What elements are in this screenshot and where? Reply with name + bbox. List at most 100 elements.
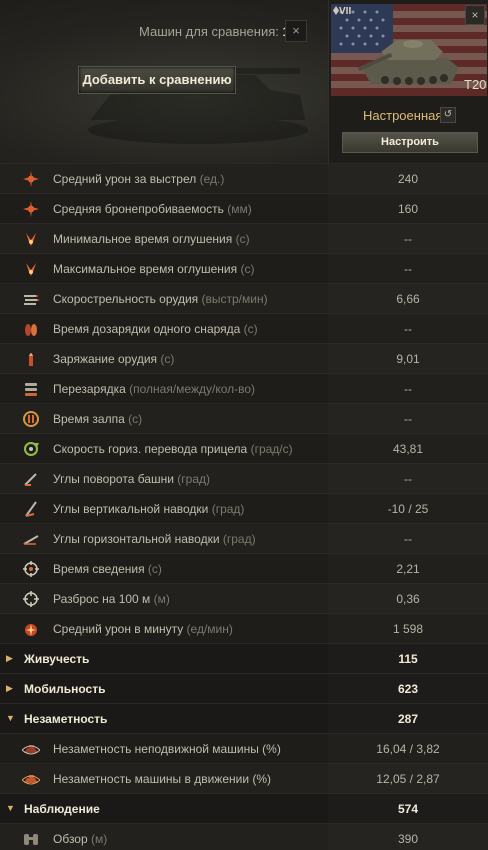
- stat-row: Минимальное время оглушения (с) --: [0, 223, 488, 253]
- stat-row: Время дозарядки одного снаряда (с) --: [0, 313, 488, 343]
- tank-card: VII × T20 Настроенная ↺ Настроить: [328, 0, 488, 163]
- row-unit: (мм): [223, 202, 252, 216]
- remove-tank-button[interactable]: ×: [465, 5, 485, 25]
- stat-row: Время залпа (с) --: [0, 403, 488, 433]
- row-label: Обзор (м): [53, 832, 107, 846]
- dpm-icon: [25, 624, 37, 636]
- row-value: 240: [397, 172, 419, 186]
- stun-icon: [26, 263, 36, 276]
- shell-reload-icon: [25, 324, 37, 336]
- stat-row: Максимальное время оглушения (с) --: [0, 253, 488, 283]
- row-label-text: Живучесть: [24, 652, 90, 666]
- row-label: Средняя бронепробиваемость (мм): [53, 202, 252, 216]
- row-label-text: Незаметность: [24, 712, 108, 726]
- collapse-arrow-icon[interactable]: ▼: [6, 803, 15, 813]
- row-label: Максимальное время оглушения (с): [53, 262, 254, 276]
- row-label-text: Мобильность: [24, 682, 106, 696]
- row-unit: (град): [219, 532, 256, 546]
- row-label-text: Наблюдение: [24, 802, 100, 816]
- traverse-icon: [24, 442, 39, 456]
- row-label-text: Перезарядка: [53, 382, 126, 396]
- row-unit: (с): [144, 562, 162, 576]
- stat-row: Углы горизонтальной наводки (град) --: [0, 523, 488, 553]
- row-label: Незаметность неподвижной машины (%): [53, 742, 281, 756]
- row-unit: (с): [124, 412, 143, 426]
- row-value: --: [404, 532, 412, 546]
- stat-row: Заряжание орудия (с) 9,01: [0, 343, 488, 373]
- row-value: 390: [397, 832, 419, 846]
- row-value: --: [404, 322, 412, 336]
- row-label: Углы вертикальной наводки (град): [53, 502, 244, 516]
- burst-icon: [23, 201, 39, 217]
- stat-row: Разброс на 100 м (м) 0,36: [0, 583, 488, 613]
- reset-config-button[interactable]: ↺: [440, 107, 456, 123]
- row-label-text: Средняя бронепробиваемость: [53, 202, 224, 216]
- row-unit: (ед.): [196, 172, 225, 186]
- row-value: 12,05 / 2,87: [376, 772, 440, 786]
- row-label: Незаметность: [24, 712, 107, 726]
- collapse-arrow-icon[interactable]: ▼: [6, 713, 15, 723]
- row-label: Скорострельность орудия (выстр/мин): [53, 292, 268, 306]
- row-label: Углы поворота башни (град): [53, 472, 210, 486]
- row-label-text: Время дозарядки одного снаряда: [53, 322, 241, 336]
- stat-row: Перезарядка (полная/между/кол-во) --: [0, 373, 488, 403]
- row-value: 9,01: [396, 352, 420, 366]
- row-label-text: Средний урон за выстрел: [53, 172, 197, 186]
- row-label: Минимальное время оглушения (с): [53, 232, 250, 246]
- stat-row: Углы поворота башни (град) --: [0, 463, 488, 493]
- row-unit: (полная/между/кол-во): [125, 382, 256, 396]
- row-label-text: Обзор: [53, 832, 88, 846]
- row-label: Наблюдение: [24, 802, 100, 816]
- row-label-text: Углы вертикальной наводки: [53, 502, 209, 516]
- section-row[interactable]: ▶ Мобильность 623: [0, 673, 488, 703]
- row-label-text: Заряжание орудия: [53, 352, 158, 366]
- expand-arrow-icon[interactable]: ▶: [6, 653, 13, 664]
- section-row[interactable]: ▶ Живучесть 115: [0, 643, 488, 673]
- row-value: --: [404, 382, 412, 396]
- tank-config-state: Настроенная: [363, 108, 443, 123]
- stat-row: Средний урон за выстрел (ед.) 240: [0, 163, 488, 193]
- section-row[interactable]: ▼ Наблюдение 574: [0, 793, 488, 823]
- stat-row: Незаметность машины в движении (%) 12,05 …: [0, 763, 488, 793]
- tank-name: T20: [464, 77, 487, 92]
- row-unit: (ед/мин): [183, 622, 233, 636]
- row-label: Углы горизонтальной наводки (град): [53, 532, 256, 546]
- clip-reload-icon: [25, 383, 37, 396]
- row-label-text: Разброс на 100 м: [53, 592, 151, 606]
- camo-moving-icon: [22, 775, 40, 785]
- row-value: 115: [398, 652, 418, 666]
- configure-button[interactable]: Настроить: [342, 132, 478, 153]
- fire-rate-icon: [24, 295, 40, 305]
- row-value: 287: [397, 712, 419, 726]
- stats-table: Средний урон за выстрел (ед.) 240 Средняя …: [0, 163, 488, 850]
- aim-time-icon: [23, 561, 39, 577]
- compare-count-label: Машин для сравнения: 1: [139, 24, 290, 39]
- row-label-text: Время сведения: [53, 562, 145, 576]
- section-row[interactable]: ▼ Незаметность 287: [0, 703, 488, 733]
- row-value: 623: [397, 682, 419, 696]
- stat-row: Средняя бронепробиваемость (мм) 160: [0, 193, 488, 223]
- row-value: -10 / 25: [387, 502, 429, 516]
- close-compare-button[interactable]: ×: [285, 20, 307, 42]
- row-unit: (выстр/мин): [198, 292, 268, 306]
- add-to-compare-button[interactable]: Добавить к сравнению: [78, 66, 236, 94]
- stun-icon: [26, 233, 36, 246]
- row-label: Время залпа (с): [53, 412, 142, 426]
- salvo-icon: [23, 411, 39, 427]
- tank-silhouette-image: [88, 68, 308, 144]
- stat-row: Скорость гориз. перевода прицела (град/с…: [0, 433, 488, 463]
- burst-icon: [23, 171, 39, 187]
- row-label-text: Углы поворота башни: [53, 472, 174, 486]
- row-unit: (с): [157, 352, 175, 366]
- row-unit: (с): [237, 262, 255, 276]
- camo-stationary-icon: [22, 745, 40, 755]
- expand-arrow-icon[interactable]: ▶: [6, 683, 13, 694]
- row-label-text: Незаметность машины в движении (%): [53, 772, 272, 786]
- row-value: --: [404, 412, 412, 426]
- binoculars-icon: [24, 834, 38, 845]
- row-value: 6,66: [396, 292, 420, 306]
- row-value: 574: [397, 802, 419, 816]
- row-unit: (с): [232, 232, 250, 246]
- stat-row: Обзор (м) 390: [0, 823, 488, 850]
- turret-angle-icon: [24, 473, 37, 486]
